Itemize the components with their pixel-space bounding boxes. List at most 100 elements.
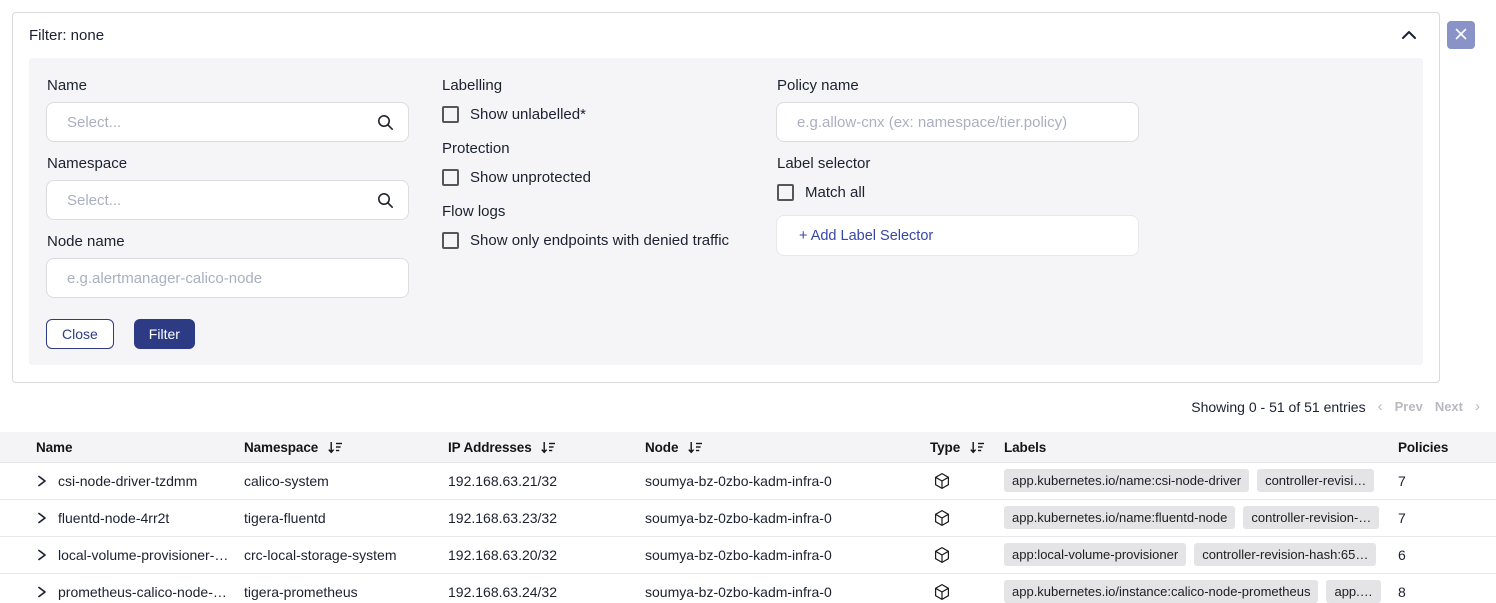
label-chip: app.kubernetes.io/name:fluentd-node — [1004, 506, 1235, 529]
table-row[interactable]: csi-node-driver-tzdmm calico-system 192.… — [0, 462, 1496, 499]
show-unlabelled-label: Show unlabelled* — [470, 106, 586, 123]
endpoint-node: soumya-bz-0zbo-kadm-infra-0 — [645, 499, 925, 536]
label-chip: controller-revision-… — [1243, 506, 1379, 529]
next-button[interactable]: Next — [1435, 399, 1463, 414]
node-name-input[interactable] — [67, 270, 394, 287]
filter-panel: Filter: none Name Namespace — [12, 12, 1440, 383]
match-all-checkbox[interactable] — [777, 184, 794, 201]
close-icon — [1455, 28, 1467, 43]
pod-type-icon — [933, 472, 951, 490]
denied-traffic-label: Show only endpoints with denied traffic — [470, 232, 729, 249]
filter-title: Filter: none — [29, 27, 104, 44]
endpoint-ip: 192.168.63.20/32 — [448, 536, 645, 573]
filter-button[interactable]: Filter — [134, 319, 195, 349]
namespace-select[interactable] — [46, 180, 409, 220]
filter-column-right: Policy name Label selector Match all + A… — [776, 77, 1139, 256]
table-row[interactable]: local-volume-provisioner-… crc-local-sto… — [0, 536, 1496, 573]
endpoint-labels: app:local-volume-provisionercontroller-r… — [1000, 536, 1390, 573]
label-chip: app.kubernetes.io/name:csi-node-driver — [1004, 469, 1249, 492]
endpoint-namespace: tigera-prometheus — [244, 573, 448, 603]
pod-type-icon — [933, 583, 951, 601]
column-header-type[interactable]: Type — [925, 432, 1000, 462]
column-label: Node — [645, 440, 678, 455]
endpoint-ip: 192.168.63.24/32 — [448, 573, 645, 603]
endpoint-policies: 7 — [1390, 499, 1496, 536]
endpoint-node: soumya-bz-0zbo-kadm-infra-0 — [645, 536, 925, 573]
filter-column-left: Name Namespace Node name Close Filt — [46, 77, 409, 349]
column-label: IP Addresses — [448, 440, 532, 455]
node-name-field-label: Node name — [47, 233, 409, 250]
search-icon — [377, 114, 394, 131]
endpoint-ip: 192.168.63.23/32 — [448, 499, 645, 536]
prev-button[interactable]: Prev — [1395, 399, 1423, 414]
namespace-field-label: Namespace — [47, 155, 409, 172]
endpoint-ip: 192.168.63.21/32 — [448, 462, 645, 499]
dismiss-filter-button[interactable] — [1447, 21, 1475, 49]
endpoint-namespace: crc-local-storage-system — [244, 536, 448, 573]
sort-icon — [960, 439, 985, 454]
show-unprotected-checkbox[interactable] — [442, 169, 459, 186]
policy-name-input[interactable] — [797, 114, 1124, 131]
endpoint-policies: 7 — [1390, 462, 1496, 499]
expand-row-icon[interactable] — [36, 585, 48, 599]
prev-arrow-icon[interactable]: ‹ — [1378, 398, 1383, 415]
column-label: Name — [36, 440, 72, 455]
match-all-row: Match all — [777, 184, 1139, 201]
endpoint-node: soumya-bz-0zbo-kadm-infra-0 — [645, 573, 925, 603]
protection-heading: Protection — [442, 140, 744, 157]
pagination: Showing 0 - 51 of 51 entries ‹ Prev Next… — [1191, 398, 1480, 415]
table-body: csi-node-driver-tzdmm calico-system 192.… — [0, 462, 1496, 603]
endpoint-labels: app.kubernetes.io/name:fluentd-node contr… — [1000, 499, 1390, 536]
column-header-name: Name — [0, 432, 244, 462]
column-header-policies: Policies — [1390, 432, 1496, 462]
chevron-up-icon — [1401, 28, 1417, 43]
flow-logs-heading: Flow logs — [442, 203, 744, 220]
show-unprotected-row: Show unprotected — [442, 169, 744, 186]
sort-icon — [318, 439, 343, 454]
label-selector-heading: Label selector — [777, 155, 1139, 172]
add-label-selector-button[interactable]: + Add Label Selector — [776, 215, 1139, 256]
next-arrow-icon[interactable]: › — [1475, 398, 1480, 415]
label-chip: app:local-volume-provisioner — [1004, 543, 1186, 566]
filter-actions: Close Filter — [46, 319, 409, 349]
table-header-row: Name Namespace IP Addresses Node Type Lab… — [0, 432, 1496, 462]
denied-traffic-checkbox[interactable] — [442, 232, 459, 249]
column-header-namespace[interactable]: Namespace — [244, 432, 448, 462]
endpoint-namespace: tigera-fluentd — [244, 499, 448, 536]
endpoint-name: local-volume-provisioner-… — [58, 547, 228, 563]
filter-panel-header: Filter: none — [13, 13, 1439, 58]
policy-name-field[interactable] — [776, 102, 1139, 142]
node-name-field[interactable] — [46, 258, 409, 298]
endpoint-namespace: calico-system — [244, 462, 448, 499]
show-unprotected-label: Show unprotected — [470, 169, 591, 186]
expand-row-icon[interactable] — [36, 474, 48, 488]
collapse-panel-button[interactable] — [1401, 28, 1417, 43]
endpoint-name: fluentd-node-4rr2t — [58, 510, 169, 526]
column-header-ip-addresses[interactable]: IP Addresses — [448, 432, 645, 462]
table-row[interactable]: prometheus-calico-node-… tigera-promethe… — [0, 573, 1496, 603]
endpoint-node: soumya-bz-0zbo-kadm-infra-0 — [645, 462, 925, 499]
filter-form: Name Namespace Node name Close Filt — [29, 58, 1423, 365]
expand-row-icon[interactable] — [36, 511, 48, 525]
expand-row-icon[interactable] — [36, 548, 48, 562]
name-select[interactable] — [46, 102, 409, 142]
pod-type-icon — [933, 546, 951, 564]
policy-name-field-label: Policy name — [777, 77, 1139, 94]
pod-type-icon — [933, 509, 951, 527]
name-select-input[interactable] — [67, 114, 377, 131]
endpoint-labels: app.kubernetes.io/instance:calico-node-p… — [1000, 573, 1390, 603]
denied-traffic-row: Show only endpoints with denied traffic — [442, 232, 744, 249]
column-header-node[interactable]: Node — [645, 432, 925, 462]
close-button[interactable]: Close — [46, 319, 114, 349]
show-unlabelled-row: Show unlabelled* — [442, 106, 744, 123]
table-row[interactable]: fluentd-node-4rr2t tigera-fluentd 192.16… — [0, 499, 1496, 536]
name-field-label: Name — [47, 77, 409, 94]
show-unlabelled-checkbox[interactable] — [442, 106, 459, 123]
label-chip: app.kubernetes.io/instance:calico-node-p… — [1004, 580, 1318, 603]
endpoint-labels: app.kubernetes.io/name:csi-node-driverco… — [1000, 462, 1390, 499]
endpoint-name: csi-node-driver-tzdmm — [58, 473, 197, 489]
column-label: Labels — [1004, 440, 1046, 455]
entries-summary: Showing 0 - 51 of 51 entries — [1191, 399, 1365, 415]
sort-icon — [532, 439, 557, 454]
namespace-select-input[interactable] — [67, 192, 377, 209]
